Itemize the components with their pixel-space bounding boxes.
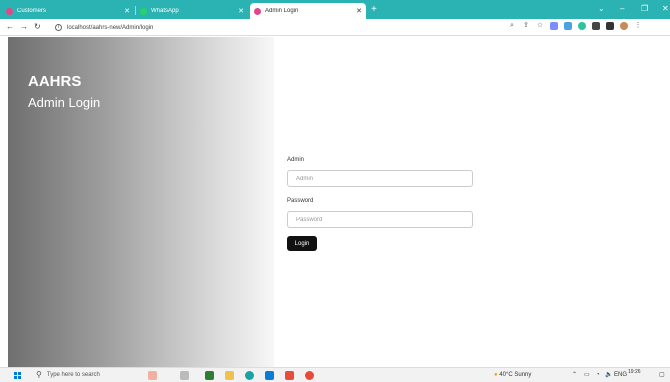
- star-icon[interactable]: ☆: [536, 22, 544, 30]
- chrome-icon[interactable]: [305, 371, 314, 380]
- password-input[interactable]: [287, 211, 473, 228]
- network-icon[interactable]: ◔: [596, 370, 600, 380]
- volume-icon[interactable]: 🔈: [605, 370, 612, 380]
- maximize-icon[interactable]: ❐: [641, 3, 648, 15]
- store-icon[interactable]: [265, 371, 274, 380]
- file-explorer-icon[interactable]: [225, 371, 234, 380]
- language-indicator[interactable]: ENG: [614, 370, 627, 380]
- toolbar-extensions: ⌕ ⇪ ☆ ⋮: [502, 22, 642, 30]
- profile-avatar-icon[interactable]: [620, 22, 628, 30]
- minimize-icon[interactable]: –: [620, 3, 624, 15]
- widget-icon[interactable]: [148, 371, 157, 380]
- sidebar-icon[interactable]: [606, 22, 614, 30]
- close-icon[interactable]: ✕: [238, 7, 244, 15]
- reload-icon[interactable]: ↻: [34, 21, 41, 33]
- menu-icon[interactable]: ⋮: [634, 22, 642, 30]
- back-arrow-icon[interactable]: ←: [6, 21, 14, 33]
- page-subtitle: Admin Login: [28, 95, 101, 110]
- browser-toolbar: ← → ↻ i localhost/aahrs-new/Admin/login …: [0, 19, 670, 36]
- url-text: localhost/aahrs-new/Admin/login: [67, 24, 154, 31]
- browser-tab-strip: Customers ✕ WhatsApp ✕ Admin Login ✕ + ⌄…: [0, 0, 670, 19]
- customers-favicon-icon: [6, 7, 13, 15]
- whatsapp-favicon-icon: [140, 7, 147, 15]
- info-icon[interactable]: i: [55, 24, 62, 31]
- share-icon[interactable]: ⇪: [522, 22, 530, 30]
- close-window-icon[interactable]: ✕: [662, 3, 669, 15]
- tab-customers[interactable]: Customers ✕: [2, 3, 134, 19]
- task-view-icon[interactable]: [180, 371, 189, 380]
- admin-input[interactable]: [287, 170, 473, 187]
- tab-label: Customers: [17, 8, 47, 14]
- taskbar-search[interactable]: ⚲ Type here to search: [36, 370, 100, 380]
- new-tab-button[interactable]: +: [371, 3, 377, 17]
- tab-label: WhatsApp: [151, 8, 179, 14]
- close-icon[interactable]: ✕: [124, 7, 130, 15]
- chevron-down-icon[interactable]: ⌄: [598, 3, 605, 15]
- search-icon: ⚲: [36, 370, 42, 379]
- edge-icon[interactable]: [245, 371, 254, 380]
- windows-start-icon[interactable]: [14, 372, 21, 379]
- weather-text: 40°C Sunny: [499, 372, 532, 378]
- tab-whatsapp[interactable]: WhatsApp ✕: [136, 3, 248, 19]
- clock-time: 19:26: [628, 369, 641, 375]
- tab-label: Admin Login: [265, 8, 299, 14]
- close-icon[interactable]: ✕: [356, 7, 362, 15]
- puzzle-icon[interactable]: [592, 22, 600, 30]
- weather-widget[interactable]: ● 40°C Sunny: [494, 370, 531, 380]
- login-form: Admin Password Login: [287, 156, 473, 251]
- extension-icon[interactable]: [550, 22, 558, 30]
- sun-icon: ●: [494, 372, 498, 378]
- app-icon[interactable]: [285, 371, 294, 380]
- app-icon[interactable]: [205, 371, 214, 380]
- notification-icon[interactable]: ▢: [659, 370, 665, 380]
- admin-label: Admin: [287, 157, 305, 163]
- forward-arrow-icon[interactable]: →: [20, 21, 28, 33]
- battery-icon[interactable]: ▭: [584, 370, 590, 380]
- admin-login-favicon-icon: [254, 7, 261, 15]
- tab-admin-login[interactable]: Admin Login ✕: [250, 3, 366, 19]
- taskbar-clock[interactable]: 19:26: [628, 369, 641, 375]
- password-label: Password: [287, 198, 314, 204]
- login-button[interactable]: Login: [287, 236, 317, 251]
- taskbar-search-text: Type here to search: [46, 372, 100, 378]
- tray-chevron-icon[interactable]: ⌃: [572, 370, 577, 380]
- search-icon[interactable]: ⌕: [508, 22, 516, 30]
- windows-taskbar: ⚲ Type here to search ● 40°C Sunny ⌃ ▭ ◔…: [0, 367, 670, 382]
- brand-title: AAHRS: [28, 73, 82, 90]
- extension-icon[interactable]: [578, 22, 586, 30]
- extension-icon[interactable]: [564, 22, 572, 30]
